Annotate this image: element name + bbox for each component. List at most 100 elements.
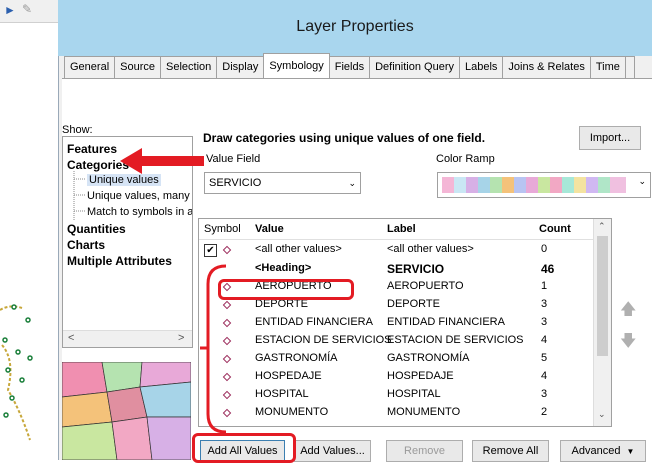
table-row[interactable]: HOSPEDAJE HOSPEDAJE 4	[199, 370, 593, 386]
add-values-button[interactable]: Add Values...	[294, 440, 371, 462]
red-arrow-annotation	[120, 148, 204, 174]
checkbox-checked-icon[interactable]: ✔	[204, 244, 217, 257]
toolbar-edit-icon[interactable]: ✎	[22, 2, 32, 16]
table-vertical-scrollbar[interactable]: ⌃ ⌄	[593, 219, 611, 426]
tree-quantities[interactable]: Quantities	[67, 222, 126, 236]
row-value: <Heading>	[255, 262, 312, 274]
row-label: ENTIDAD FINANCIERA	[387, 316, 505, 328]
tab-time[interactable]: Time	[589, 56, 626, 78]
app-toolbar: ► ✎	[0, 0, 58, 23]
table-row[interactable]: ✔ <all other values> <all other values> …	[199, 243, 593, 259]
show-label: Show:	[62, 124, 93, 136]
tree-unique-values-label: Unique values	[87, 174, 161, 186]
table-row[interactable]: ESTACION DE SERVICIOS ESTACION DE SERVIC…	[199, 334, 593, 350]
row-value: MONUMENTO	[255, 406, 329, 418]
dialog-title: Layer Properties	[296, 18, 414, 35]
table-row[interactable]: GASTRONOMÍA GASTRONOMÍA 5	[199, 352, 593, 368]
row-count: 2	[541, 406, 548, 418]
row-value: ESTACION DE SERVICIOS	[255, 334, 392, 346]
advanced-label: Advanced	[571, 445, 621, 457]
row-count: 5	[541, 352, 548, 364]
tab-joins-relates[interactable]: Joins & Relates	[502, 56, 591, 78]
dropdown-arrow-icon: ▼	[626, 447, 635, 456]
tab-symbology[interactable]: Symbology	[263, 53, 330, 78]
row-count: 4	[541, 334, 548, 346]
scroll-left-icon[interactable]: <	[68, 332, 74, 344]
row-label: ESTACION DE SERVICIOS	[387, 334, 524, 346]
map-features	[0, 304, 33, 441]
row-label: AEROPUERTO	[387, 280, 464, 292]
row-value: GASTRONOMÍA	[255, 352, 338, 364]
tab-source[interactable]: Source	[114, 56, 161, 78]
color-ramp-label: Color Ramp	[436, 153, 495, 165]
row-count: 0	[541, 243, 548, 255]
bracket-annotation	[200, 264, 227, 434]
tree-charts[interactable]: Charts	[67, 238, 105, 252]
table-row[interactable]: MONUMENTO MONUMENTO 2	[199, 406, 593, 422]
scroll-right-icon[interactable]: >	[178, 332, 184, 344]
row-count: 3	[541, 298, 548, 310]
col-header-symbol[interactable]: Symbol	[204, 223, 241, 235]
move-down-icon[interactable]: 🡇	[620, 330, 636, 357]
row-label: DEPORTE	[387, 298, 440, 310]
scroll-up-icon[interactable]: ⌃	[598, 221, 606, 232]
tab-overflow[interactable]	[624, 56, 635, 78]
chevron-down-icon: ⌄	[638, 176, 646, 186]
scrollbar-thumb[interactable]	[597, 236, 608, 356]
chevron-down-icon: ⌄	[348, 178, 356, 188]
value-field-label: Value Field	[206, 153, 261, 165]
tab-fields[interactable]: Fields	[328, 56, 371, 78]
table-row[interactable]: <Heading> SERVICIO 46	[199, 262, 593, 278]
row-value: ENTIDAD FINANCIERA	[255, 316, 373, 328]
row-value: HOSPITAL	[255, 388, 309, 400]
table-row[interactable]: DEPORTE DEPORTE 3	[199, 298, 593, 314]
col-header-count[interactable]: Count	[539, 223, 571, 235]
row-value: <all other values>	[255, 243, 342, 255]
table-row[interactable]: HOSPITAL HOSPITAL 3	[199, 388, 593, 404]
row-count: 4	[541, 370, 548, 382]
tree-match-to-symbols[interactable]: Match to symbols in a	[87, 206, 192, 218]
row-label: HOSPITAL	[387, 388, 441, 400]
advanced-button[interactable]: Advanced ▼	[560, 440, 646, 462]
tree-horizontal-scrollbar[interactable]: < >	[63, 330, 192, 347]
symbology-heading: Draw categories using unique values of o…	[203, 131, 486, 145]
value-field-value: SERVICIO	[209, 177, 262, 189]
row-label: MONUMENTO	[387, 406, 461, 418]
value-field-select[interactable]: SERVICIO ⌄	[204, 172, 361, 194]
table-row[interactable]: ENTIDAD FINANCIERA ENTIDAD FINANCIERA 3	[199, 316, 593, 332]
tab-display[interactable]: Display	[216, 56, 265, 78]
header-divider	[199, 239, 593, 240]
row-count: 1	[541, 280, 548, 292]
move-up-icon[interactable]: 🡅	[620, 298, 636, 325]
tab-selection[interactable]: Selection	[160, 56, 218, 78]
row-label: <all other values>	[387, 243, 474, 255]
highlight-add-all-values-box	[192, 433, 296, 463]
tree-features[interactable]: Features	[67, 142, 117, 156]
color-ramp-swatch	[442, 177, 626, 193]
remove-all-button[interactable]: Remove All	[472, 440, 549, 462]
import-button[interactable]: Import...	[579, 126, 641, 150]
row-label: SERVICIO	[387, 262, 445, 276]
tab-strip: General Source Selection Display Symbolo…	[64, 53, 635, 78]
scroll-down-icon[interactable]: ⌄	[598, 409, 606, 420]
tab-labels[interactable]: Labels	[458, 56, 504, 78]
row-value: HOSPEDAJE	[255, 370, 322, 382]
col-header-label[interactable]: Label	[387, 223, 416, 235]
highlight-aeropuerto-box	[218, 279, 354, 300]
row-label: HOSPEDAJE	[387, 370, 454, 382]
row-count: 46	[541, 262, 555, 276]
tab-definition-query[interactable]: Definition Query	[369, 56, 460, 78]
symbol-diamond-icon[interactable]	[222, 245, 232, 255]
col-header-value[interactable]: Value	[255, 223, 284, 235]
row-label: GASTRONOMÍA	[387, 352, 470, 364]
tab-general[interactable]: General	[64, 56, 116, 78]
toolbar-arrow-icon[interactable]: ►	[4, 3, 16, 17]
row-count: 3	[541, 388, 548, 400]
preview-map-thumbnail	[62, 362, 191, 460]
tree-unique-values-many[interactable]: Unique values, many	[87, 190, 190, 202]
remove-button[interactable]: Remove	[386, 440, 463, 462]
color-ramp-select[interactable]: ⌄	[437, 172, 651, 198]
tree-unique-values[interactable]: Unique values	[87, 174, 161, 186]
row-count: 3	[541, 316, 548, 328]
tree-multiple-attributes[interactable]: Multiple Attributes	[67, 254, 172, 268]
